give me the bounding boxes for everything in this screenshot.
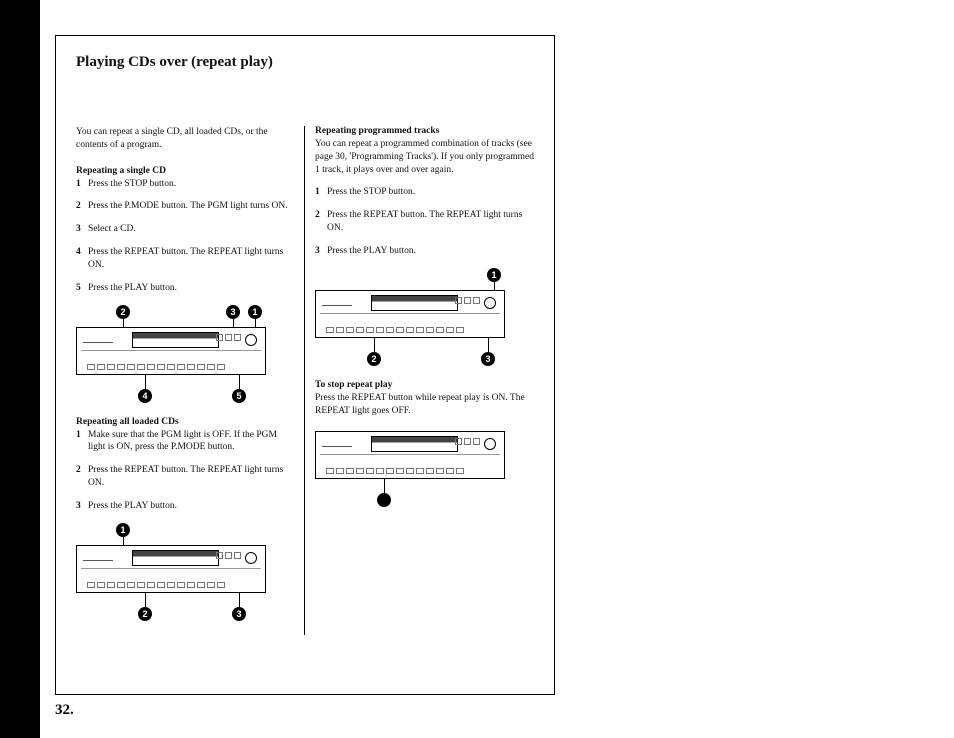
step-number: 1 — [76, 429, 88, 455]
step-text: Press the STOP button. — [327, 186, 534, 199]
right-column: Repeating programmed tracks You can repe… — [305, 126, 534, 635]
step-text: Press the PLAY button. — [88, 282, 294, 295]
step-number: 5 — [76, 282, 88, 295]
callout-bubble: 2 — [116, 305, 130, 319]
cd-player-illustration — [315, 290, 505, 338]
left-column: You can repeat a single CD, all loaded C… — [76, 126, 305, 635]
device-diagram-2: 1 2 3 — [76, 523, 294, 621]
device-diagram-1: 2 3 1 4 5 — [76, 305, 294, 403]
callout-bubble: 3 — [226, 305, 240, 319]
step-text: Press the PLAY button. — [88, 500, 294, 513]
page-binding-edge — [0, 0, 40, 738]
step: 2Press the P.MODE button. The PGM light … — [76, 200, 294, 213]
cd-player-illustration — [76, 545, 266, 593]
manual-page: Playing CDs over (repeat play) You can r… — [55, 35, 555, 695]
callout-bubble: 5 — [232, 389, 246, 403]
step-text: Press the STOP button. — [88, 178, 294, 191]
heading-repeating-single-cd: Repeating a single CD — [76, 166, 294, 176]
step-text: Press the REPEAT button. The REPEAT ligh… — [88, 464, 294, 490]
step-number: 2 — [76, 200, 88, 213]
callout-bubble: 3 — [481, 352, 495, 366]
callout-bubble: 1 — [248, 305, 262, 319]
page-number: 32. — [55, 702, 74, 719]
device-diagram-3: 1 2 3 — [315, 268, 534, 366]
callout-bubble: 4 — [138, 389, 152, 403]
step-text: Press the REPEAT button. The REPEAT ligh… — [88, 246, 294, 272]
section-body: Press the REPEAT button while repeat pla… — [315, 392, 534, 418]
heading-stop-repeat: To stop repeat play — [315, 380, 534, 390]
page-title: Playing CDs over (repeat play) — [76, 54, 534, 71]
two-column-layout: You can repeat a single CD, all loaded C… — [76, 126, 534, 635]
step: 4Press the REPEAT button. The REPEAT lig… — [76, 246, 294, 272]
step-text: Make sure that the PGM light is OFF. If … — [88, 429, 294, 455]
step: 1Press the STOP button. — [76, 178, 294, 191]
step: 5Press the PLAY button. — [76, 282, 294, 295]
step-number: 1 — [76, 178, 88, 191]
callout-bubble: 1 — [116, 523, 130, 537]
cd-player-illustration — [315, 431, 505, 479]
step-text: Press the PLAY button. — [327, 245, 534, 258]
step-number: 4 — [76, 246, 88, 272]
callout-bubble: 2 — [138, 607, 152, 621]
heading-repeating-all-cds: Repeating all loaded CDs — [76, 417, 294, 427]
callout-bubble: 3 — [232, 607, 246, 621]
step: 3Select a CD. — [76, 223, 294, 236]
intro-text: You can repeat a single CD, all loaded C… — [76, 126, 294, 152]
heading-repeating-programmed: Repeating programmed tracks — [315, 126, 534, 136]
step-number: 2 — [76, 464, 88, 490]
step-number: 3 — [76, 500, 88, 513]
step-number: 3 — [315, 245, 327, 258]
step: 3Press the PLAY button. — [315, 245, 534, 258]
callout-bubble: 1 — [487, 268, 501, 282]
step: 1Make sure that the PGM light is OFF. If… — [76, 429, 294, 455]
step-number: 2 — [315, 209, 327, 235]
callout-bubble-blank — [377, 493, 391, 507]
step: 3Press the PLAY button. — [76, 500, 294, 513]
step-number: 3 — [76, 223, 88, 236]
step-number: 1 — [315, 186, 327, 199]
step: 2Press the REPEAT button. The REPEAT lig… — [76, 464, 294, 490]
step-text: Select a CD. — [88, 223, 294, 236]
step-text: Press the REPEAT button. The REPEAT ligh… — [327, 209, 534, 235]
step: 2Press the REPEAT button. The REPEAT lig… — [315, 209, 534, 235]
step: 1Press the STOP button. — [315, 186, 534, 199]
step-text: Press the P.MODE button. The PGM light t… — [88, 200, 294, 213]
section-intro: You can repeat a programmed combination … — [315, 138, 534, 176]
callout-bubble: 2 — [367, 352, 381, 366]
cd-player-illustration — [76, 327, 266, 375]
device-diagram-4 — [315, 431, 534, 507]
